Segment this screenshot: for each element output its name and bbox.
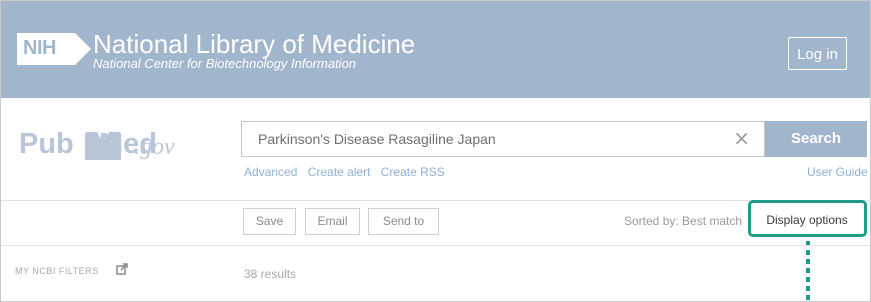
nlm-header: NIH National Library of Medicine Nationa… <box>1 1 870 98</box>
advanced-link[interactable]: Advanced <box>244 165 297 179</box>
send-to-button[interactable]: Send to <box>368 208 439 235</box>
divider <box>1 200 870 201</box>
email-button[interactable]: Email <box>305 208 360 235</box>
search-button[interactable]: Search <box>765 121 867 157</box>
ncbi-subtitle: National Center for Biotechnology Inform… <box>93 56 357 71</box>
highlight-box <box>748 200 867 237</box>
create-alert-link[interactable]: Create alert <box>308 165 371 179</box>
sort-indicator[interactable]: Sorted by: Best match <box>624 214 742 228</box>
highlight-pointer <box>806 241 810 301</box>
login-button[interactable]: Log in <box>788 37 847 70</box>
search-links: Advanced Create alert Create RSS <box>244 165 452 179</box>
my-ncbi-filters-label[interactable]: MY NCBI FILTERS <box>15 266 99 276</box>
pubmed-logo-gov: .gov <box>134 134 175 160</box>
create-rss-link[interactable]: Create RSS <box>381 165 445 179</box>
page-frame: NIH National Library of Medicine Nationa… <box>0 0 871 302</box>
external-link-icon[interactable] <box>116 263 128 275</box>
divider <box>1 245 870 246</box>
pubmed-logo-pub: Pub <box>19 128 74 160</box>
user-guide-link[interactable]: User Guide <box>807 165 868 179</box>
search-input[interactable]: Parkinson's Disease Rasagiline Japan × <box>241 121 765 157</box>
nih-logo[interactable]: NIH <box>17 33 91 65</box>
save-button[interactable]: Save <box>243 208 296 235</box>
results-count: 38 results <box>244 267 297 281</box>
search-query-text: Parkinson's Disease Rasagiline Japan <box>258 131 496 147</box>
nih-badge-icon: NIH <box>17 33 91 65</box>
nih-badge-text: NIH <box>23 37 56 59</box>
nlm-title[interactable]: National Library of Medicine <box>93 31 415 57</box>
clear-icon[interactable]: × <box>733 128 750 148</box>
